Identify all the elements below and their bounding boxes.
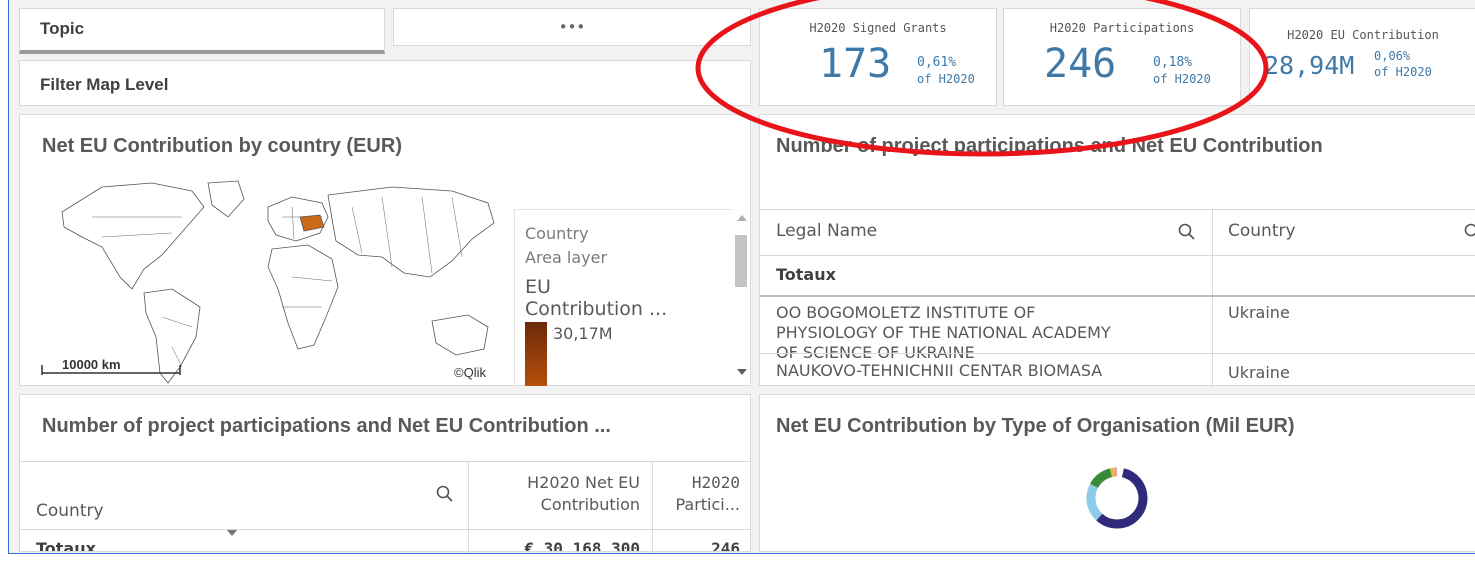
donut-chart[interactable] <box>1082 463 1152 533</box>
header-legal-name[interactable]: Legal Name <box>776 221 877 241</box>
participations-panel-title: Number of project participations and Net… <box>776 135 1323 157</box>
legend-measure-1: EU <box>525 276 551 298</box>
kpi-value: 28,94M <box>1264 51 1355 80</box>
row-name-line: PHYSIOLOGY OF THE NATIONAL ACADEMY <box>776 323 1111 342</box>
more-icon: ••• <box>558 18 586 36</box>
kpi-participations[interactable]: H2020 Participations 246 0,18% of H2020 <box>1003 8 1241 106</box>
kpi-title: H2020 EU Contribution <box>1287 28 1439 42</box>
header-country[interactable]: Country <box>1228 221 1296 241</box>
header-participations-2[interactable]: Partici... <box>658 495 740 514</box>
more-options-button[interactable]: ••• <box>393 8 751 46</box>
country-panel-title: Number of project participations and Net… <box>42 415 611 437</box>
scroll-down-icon[interactable] <box>737 369 747 375</box>
kpi-percent: 0,18% <box>1153 55 1193 70</box>
dashboard: Topic ••• Filter Map Level H2020 Signed … <box>8 0 1475 554</box>
totals-row: Totaux € 30 168 300 246 <box>20 531 750 551</box>
kpi-title: H2020 Participations <box>1049 21 1195 35</box>
org-type-panel: Net EU Contribution by Type of Organisat… <box>759 394 1475 552</box>
search-icon[interactable] <box>1178 223 1196 241</box>
world-map[interactable]: 10000 km ©Qlik <box>32 177 512 387</box>
scale-label: 10000 km <box>62 357 121 372</box>
org-type-panel-title: Net EU Contribution by Type of Organisat… <box>776 415 1295 437</box>
kpi-signed-grants[interactable]: H2020 Signed Grants 173 0,61% of H2020 <box>759 8 997 106</box>
continents <box>61 180 495 384</box>
kpi-of-label: of H2020 <box>1153 72 1211 86</box>
search-icon[interactable] <box>1464 223 1475 241</box>
header-participations[interactable]: H2020 <box>658 473 740 492</box>
legend-sub: Area layer <box>525 248 608 267</box>
totals-contribution: € 30 168 300 <box>524 539 640 551</box>
legend-max-value: 30,17M <box>553 324 613 343</box>
search-icon[interactable] <box>436 485 454 503</box>
australia-shape <box>431 314 489 356</box>
south-america-shape <box>143 288 201 384</box>
kpi-percent: 0,06% <box>1374 49 1411 63</box>
kpi-of-label: of H2020 <box>1374 65 1432 79</box>
table-row[interactable]: OO BOGOMOLETZ INSTITUTE OF PHYSIOLOGY OF… <box>760 297 1475 362</box>
legend-measure-2: Contribution ... <box>525 298 668 320</box>
topic-filter[interactable]: Topic <box>19 8 385 54</box>
qlik-credit: ©Qlik <box>454 365 486 380</box>
africa-shape <box>267 244 339 350</box>
legend-scrollbar[interactable] <box>732 209 750 385</box>
row-country: Ukraine <box>1228 363 1290 382</box>
legend-layer: Country <box>525 224 589 243</box>
header-country[interactable]: Country <box>36 501 104 521</box>
kpi-title: H2020 Signed Grants <box>809 21 947 35</box>
kpi-of-label: of H2020 <box>917 72 975 86</box>
map-panel-title: Net EU Contribution by country (EUR) <box>42 135 402 157</box>
greenland-shape <box>207 180 245 218</box>
legend-color-ramp <box>525 322 547 386</box>
header-contribution[interactable]: H2020 Net EU <box>490 473 640 492</box>
map-panel: Net EU Contribution by country (EUR) 100… <box>19 114 751 386</box>
map-legend: Country Area layer EU Contribution ... 3… <box>514 209 733 386</box>
kpi-eu-contribution[interactable]: H2020 EU Contribution 28,94M 0,06% of H2… <box>1249 8 1475 106</box>
header-contribution-2[interactable]: Contribution <box>490 495 640 514</box>
kpi-value: 173 <box>819 41 892 87</box>
filter-map-level-label: Filter Map Level <box>40 75 169 94</box>
row-country: Ukraine <box>1228 303 1290 322</box>
row-name-line: NAUKOVO-TEHNICHNII CENTAR BIOMASA <box>776 361 1103 380</box>
participations-panel: Number of project participations and Net… <box>759 114 1475 387</box>
scrollbar-thumb[interactable] <box>735 235 747 287</box>
topic-filter-label: Topic <box>40 19 85 38</box>
north-america-shape <box>61 182 205 290</box>
row-name-line: OO BOGOMOLETZ INSTITUTE OF <box>776 303 1036 322</box>
filter-map-level[interactable]: Filter Map Level <box>19 60 751 106</box>
totals-label: Totaux <box>776 265 836 284</box>
table-row[interactable]: NAUKOVO-TEHNICHNII CENTAR BIOMASA Ukrain… <box>760 355 1475 385</box>
totals-participations: 246 <box>711 539 740 551</box>
totals-label: Totaux <box>36 539 96 551</box>
asia-shape <box>327 186 495 278</box>
country-panel: Number of project participations and Net… <box>19 394 751 553</box>
scroll-up-icon[interactable] <box>737 215 747 221</box>
kpi-percent: 0,61% <box>917 55 957 70</box>
kpi-value: 246 <box>1044 41 1117 87</box>
